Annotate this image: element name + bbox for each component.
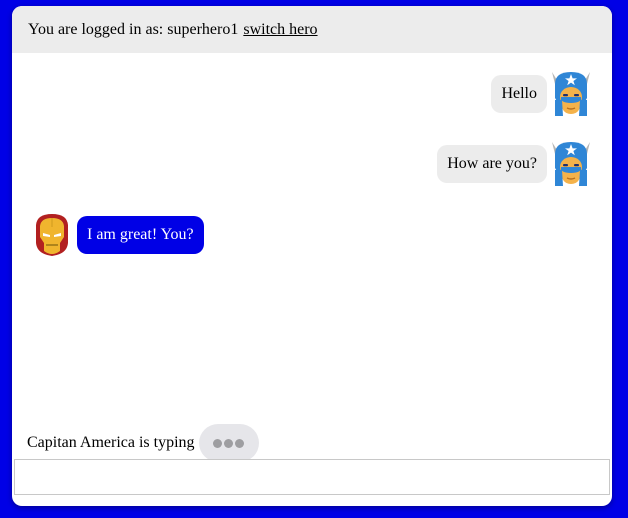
typing-dot — [224, 438, 234, 448]
typing-dot — [235, 438, 245, 448]
message-incoming: I am great! You? — [34, 213, 204, 257]
typing-dots-icon — [198, 424, 259, 462]
message-outgoing: How are you? — [437, 140, 592, 188]
message-bubble: How are you? — [437, 145, 547, 183]
iron-man-icon — [34, 213, 70, 257]
message-outgoing: Hello — [491, 70, 592, 118]
typing-dot — [213, 438, 223, 448]
typing-text: Capitan America is typing — [27, 434, 195, 451]
message-bubble: I am great! You? — [77, 216, 204, 254]
session-header: You are logged in as: superhero1 switch … — [12, 6, 612, 53]
captain-america-icon — [550, 70, 592, 118]
chat-window: You are logged in as: superhero1 switch … — [12, 6, 612, 506]
message-bubble: Hello — [491, 75, 547, 113]
typing-status: Capitan America is typing — [27, 424, 259, 462]
logged-in-label: You are logged in as: — [28, 20, 164, 38]
captain-america-icon — [550, 140, 592, 188]
message-input[interactable] — [14, 459, 610, 495]
current-username: superhero1 — [167, 20, 239, 38]
switch-hero-link[interactable]: switch hero — [243, 21, 317, 39]
